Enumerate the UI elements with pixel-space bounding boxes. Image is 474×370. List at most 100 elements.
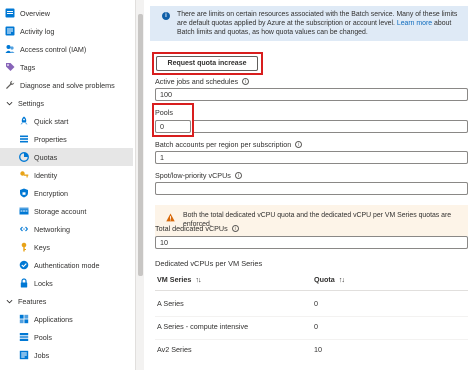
jobs-icon: [19, 350, 29, 360]
sidebar-item-quick-start[interactable]: Quick start: [0, 112, 133, 130]
sidebar-item-label: Tags: [20, 62, 36, 72]
info-icon: i: [162, 12, 170, 20]
column-header-label: Quota: [314, 275, 335, 284]
total-dedicated-field[interactable]: 10: [155, 236, 468, 249]
sidebar-item-locks[interactable]: Locks: [0, 274, 133, 292]
sidebar-scrollbar[interactable]: [135, 0, 144, 370]
quotas-icon: [19, 152, 29, 162]
encryption-icon: [19, 188, 29, 198]
pools-icon: [19, 332, 29, 342]
identity-icon: [19, 170, 29, 180]
sidebar-item-label: Authentication mode: [34, 260, 100, 270]
request-quota-increase-button[interactable]: Request quota increase: [156, 56, 258, 71]
sidebar-item-pools[interactable]: Pools: [0, 328, 133, 346]
sidebar-item-label: Diagnose and solve problems: [20, 80, 115, 90]
sidebar-section-features[interactable]: Features: [0, 292, 133, 310]
spot-vcpus-field[interactable]: [155, 182, 468, 195]
field-label-text: Spot/low-priority vCPUs: [155, 171, 231, 180]
sidebar-item-identity[interactable]: Identity: [0, 166, 133, 184]
sidebar-item-activity-log[interactable]: Activity log: [0, 22, 133, 40]
vm-series-column-header[interactable]: VM Series ↑↓: [157, 275, 202, 284]
activity-log-icon: [5, 26, 15, 36]
sidebar-item-label: Locks: [34, 278, 53, 288]
vm-series-cell: Av2 Series: [157, 345, 192, 354]
info-icon[interactable]: i: [295, 141, 303, 148]
sidebar-item-keys[interactable]: Keys: [0, 238, 133, 256]
sidebar-item-tags[interactable]: Tags: [0, 58, 133, 76]
sidebar-item-overview[interactable]: Overview: [0, 4, 133, 22]
active-jobs-label: Active jobs and schedules i: [155, 77, 250, 86]
sidebar-item-label: Encryption: [34, 188, 68, 198]
vm-series-cell: A Series - compute intensive: [157, 322, 249, 331]
field-label-text: Batch accounts per region per subscripti…: [155, 140, 292, 149]
info-icon[interactable]: i: [231, 225, 239, 232]
field-value: 0: [160, 122, 164, 131]
sidebar-section-label: Features: [18, 296, 47, 306]
pools-label: Pools: [155, 108, 173, 117]
batch-accounts-label: Batch accounts per region per subscripti…: [155, 140, 303, 149]
sidebar-item-label: Quotas: [34, 152, 58, 162]
access-control-icon: [5, 44, 15, 54]
sidebar-item-access-control[interactable]: Access control (IAM): [0, 40, 133, 58]
sidebar-item-networking[interactable]: Networking: [0, 220, 133, 238]
field-value: 100: [160, 90, 172, 99]
learn-more-link[interactable]: Learn more: [397, 20, 432, 27]
sidebar-item-label: Keys: [34, 242, 50, 252]
sidebar-item-storage-account[interactable]: Storage account: [0, 202, 133, 220]
quota-cell: 0: [314, 299, 318, 308]
sidebar-nav: Overview Activity log Access control (IA…: [0, 0, 135, 370]
batch-accounts-field[interactable]: 1: [155, 151, 468, 164]
sidebar-item-label: Applications: [34, 314, 73, 324]
properties-icon: [19, 134, 29, 144]
sidebar-item-label: Identity: [34, 170, 58, 180]
applications-icon: [19, 314, 29, 324]
lock-icon: [19, 278, 29, 288]
sidebar-item-authentication-mode[interactable]: Authentication mode: [0, 256, 133, 274]
storage-icon: [19, 206, 29, 216]
field-label-text: Pools: [155, 108, 173, 117]
authentication-icon: [19, 260, 29, 270]
sidebar-item-diagnose[interactable]: Diagnose and solve problems: [0, 76, 133, 94]
sidebar-item-applications[interactable]: Applications: [0, 310, 133, 328]
active-jobs-field[interactable]: 100: [155, 88, 468, 101]
spot-vcpus-label: Spot/low-priority vCPUs i: [155, 171, 242, 180]
chevron-down-icon: [5, 99, 13, 107]
field-value: 10: [160, 238, 168, 247]
sidebar-item-label: Overview: [20, 8, 50, 18]
field-value: 1: [160, 153, 164, 162]
vm-series-cell: A Series: [157, 299, 184, 308]
sidebar-item-quotas[interactable]: Quotas: [0, 148, 133, 166]
sidebar-item-label: Activity log: [20, 26, 55, 36]
warning-icon: [166, 213, 175, 222]
quota-cell: 10: [314, 345, 322, 354]
sidebar-item-label: Pools: [34, 332, 52, 342]
sidebar-section-label: Settings: [18, 98, 44, 108]
sidebar-item-jobs[interactable]: Jobs: [0, 346, 133, 364]
sort-icon[interactable]: ↑↓: [195, 275, 201, 284]
sidebar-item-label: Access control (IAM): [20, 44, 87, 54]
sort-icon[interactable]: ↑↓: [339, 275, 345, 284]
field-label-text: Total dedicated vCPUs: [155, 224, 228, 233]
row-divider: [155, 339, 468, 340]
rocket-icon: [19, 116, 29, 126]
pools-field-extension[interactable]: [194, 120, 468, 133]
info-icon[interactable]: i: [234, 172, 242, 179]
tag-icon: [5, 62, 15, 72]
sidebar-item-label: Storage account: [34, 206, 87, 216]
sidebar-item-label: Jobs: [34, 350, 50, 360]
info-icon[interactable]: i: [242, 78, 250, 85]
column-header-label: VM Series: [157, 275, 192, 284]
sidebar-section-settings[interactable]: Settings: [0, 94, 133, 112]
quotas-panel: i There are limits on certain resources …: [150, 0, 474, 370]
wrench-icon: [5, 80, 15, 90]
vm-series-section-title: Dedicated vCPUs per VM Series: [155, 259, 263, 268]
sidebar-item-properties[interactable]: Properties: [0, 130, 133, 148]
quota-cell: 0: [314, 322, 318, 331]
info-text: There are limits on certain resources as…: [177, 10, 463, 37]
pools-field[interactable]: 0: [155, 120, 191, 133]
key-icon: [19, 242, 29, 252]
sidebar-item-encryption[interactable]: Encryption: [0, 184, 133, 202]
quota-column-header[interactable]: Quota ↑↓: [314, 275, 345, 284]
scrollbar-thumb[interactable]: [138, 14, 143, 276]
sidebar-item-label: Networking: [34, 224, 70, 234]
